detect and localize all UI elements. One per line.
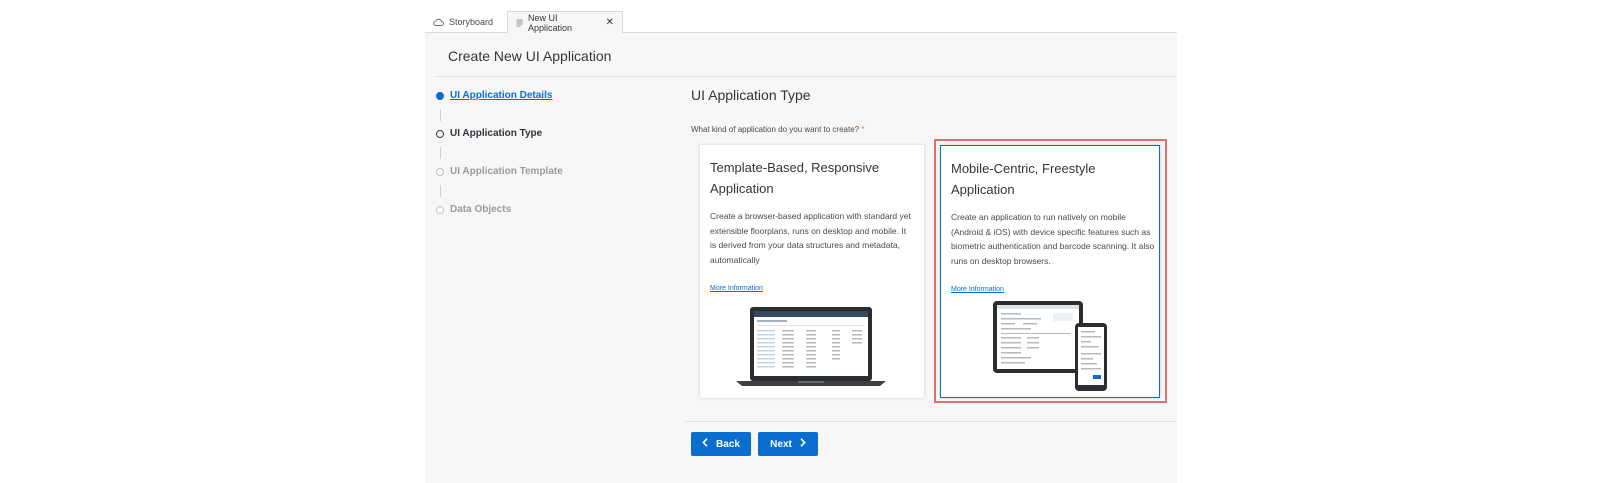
- card-description: Create an application to run natively on…: [951, 212, 1155, 266]
- step-indicator-icon: [436, 129, 444, 138]
- tab-label: Storyboard: [449, 17, 494, 27]
- step-indicator-icon: [436, 167, 444, 176]
- next-button[interactable]: Next: [758, 432, 818, 456]
- tab-storyboard[interactable]: Storyboard: [425, 11, 507, 33]
- card-template-based-application[interactable]: Template-Based, Responsive Application C…: [700, 145, 924, 398]
- step-ui-application-template: UI Application Template: [436, 166, 563, 177]
- step-ui-application-type[interactable]: UI Application Type: [436, 128, 542, 139]
- divider: [685, 421, 1177, 422]
- divider: [436, 76, 1177, 77]
- question-text: What kind of application do you want to …: [691, 125, 860, 134]
- more-information-link[interactable]: More Information: [951, 286, 1004, 293]
- document-icon: [516, 19, 523, 27]
- step-connector: [440, 109, 441, 121]
- laptop-illustration: [736, 307, 886, 392]
- tab-bar: Storyboard New UI Application ✕: [425, 0, 1177, 34]
- step-indicator-icon: [436, 91, 444, 100]
- app-window: Storyboard New UI Application ✕ Create N…: [425, 0, 1177, 483]
- step-label: UI Application Details: [450, 90, 553, 101]
- card-description: Create a browser-based application with …: [710, 211, 911, 265]
- chevron-right-icon: [800, 438, 806, 450]
- chevron-left-icon: [702, 438, 708, 450]
- step-label: UI Application Template: [450, 166, 563, 177]
- step-connector: [440, 147, 441, 159]
- card-mobile-centric-application[interactable]: Mobile-Centric, Freestyle Application Cr…: [940, 145, 1160, 398]
- tablet-phone-illustration: [993, 301, 1113, 398]
- back-button-label: Back: [716, 438, 740, 450]
- step-indicator-icon: [436, 205, 444, 214]
- back-button[interactable]: Back: [691, 432, 751, 456]
- step-connector: [440, 185, 441, 197]
- page-title: Create New UI Application: [448, 48, 612, 64]
- page: Storyboard New UI Application ✕ Create N…: [0, 0, 1600, 483]
- step-label: Data Objects: [450, 204, 512, 215]
- close-icon[interactable]: ✕: [606, 17, 614, 28]
- tab-label: New UI Application: [528, 12, 573, 33]
- next-button-label: Next: [770, 438, 792, 450]
- cloud-icon: [433, 18, 444, 26]
- more-information-link[interactable]: More Information: [710, 285, 763, 292]
- question-label: What kind of application do you want to …: [691, 125, 864, 134]
- required-marker: *: [861, 125, 865, 134]
- step-label: UI Application Type: [450, 128, 543, 139]
- step-data-objects: Data Objects: [436, 204, 511, 215]
- section-title: UI Application Type: [691, 87, 811, 103]
- tab-new-ui-application[interactable]: New UI Application ✕: [507, 11, 623, 34]
- card-title: Template-Based, Responsive Application: [710, 160, 880, 196]
- step-ui-application-details[interactable]: UI Application Details: [436, 90, 552, 101]
- card-title: Mobile-Centric, Freestyle Application: [951, 161, 1096, 197]
